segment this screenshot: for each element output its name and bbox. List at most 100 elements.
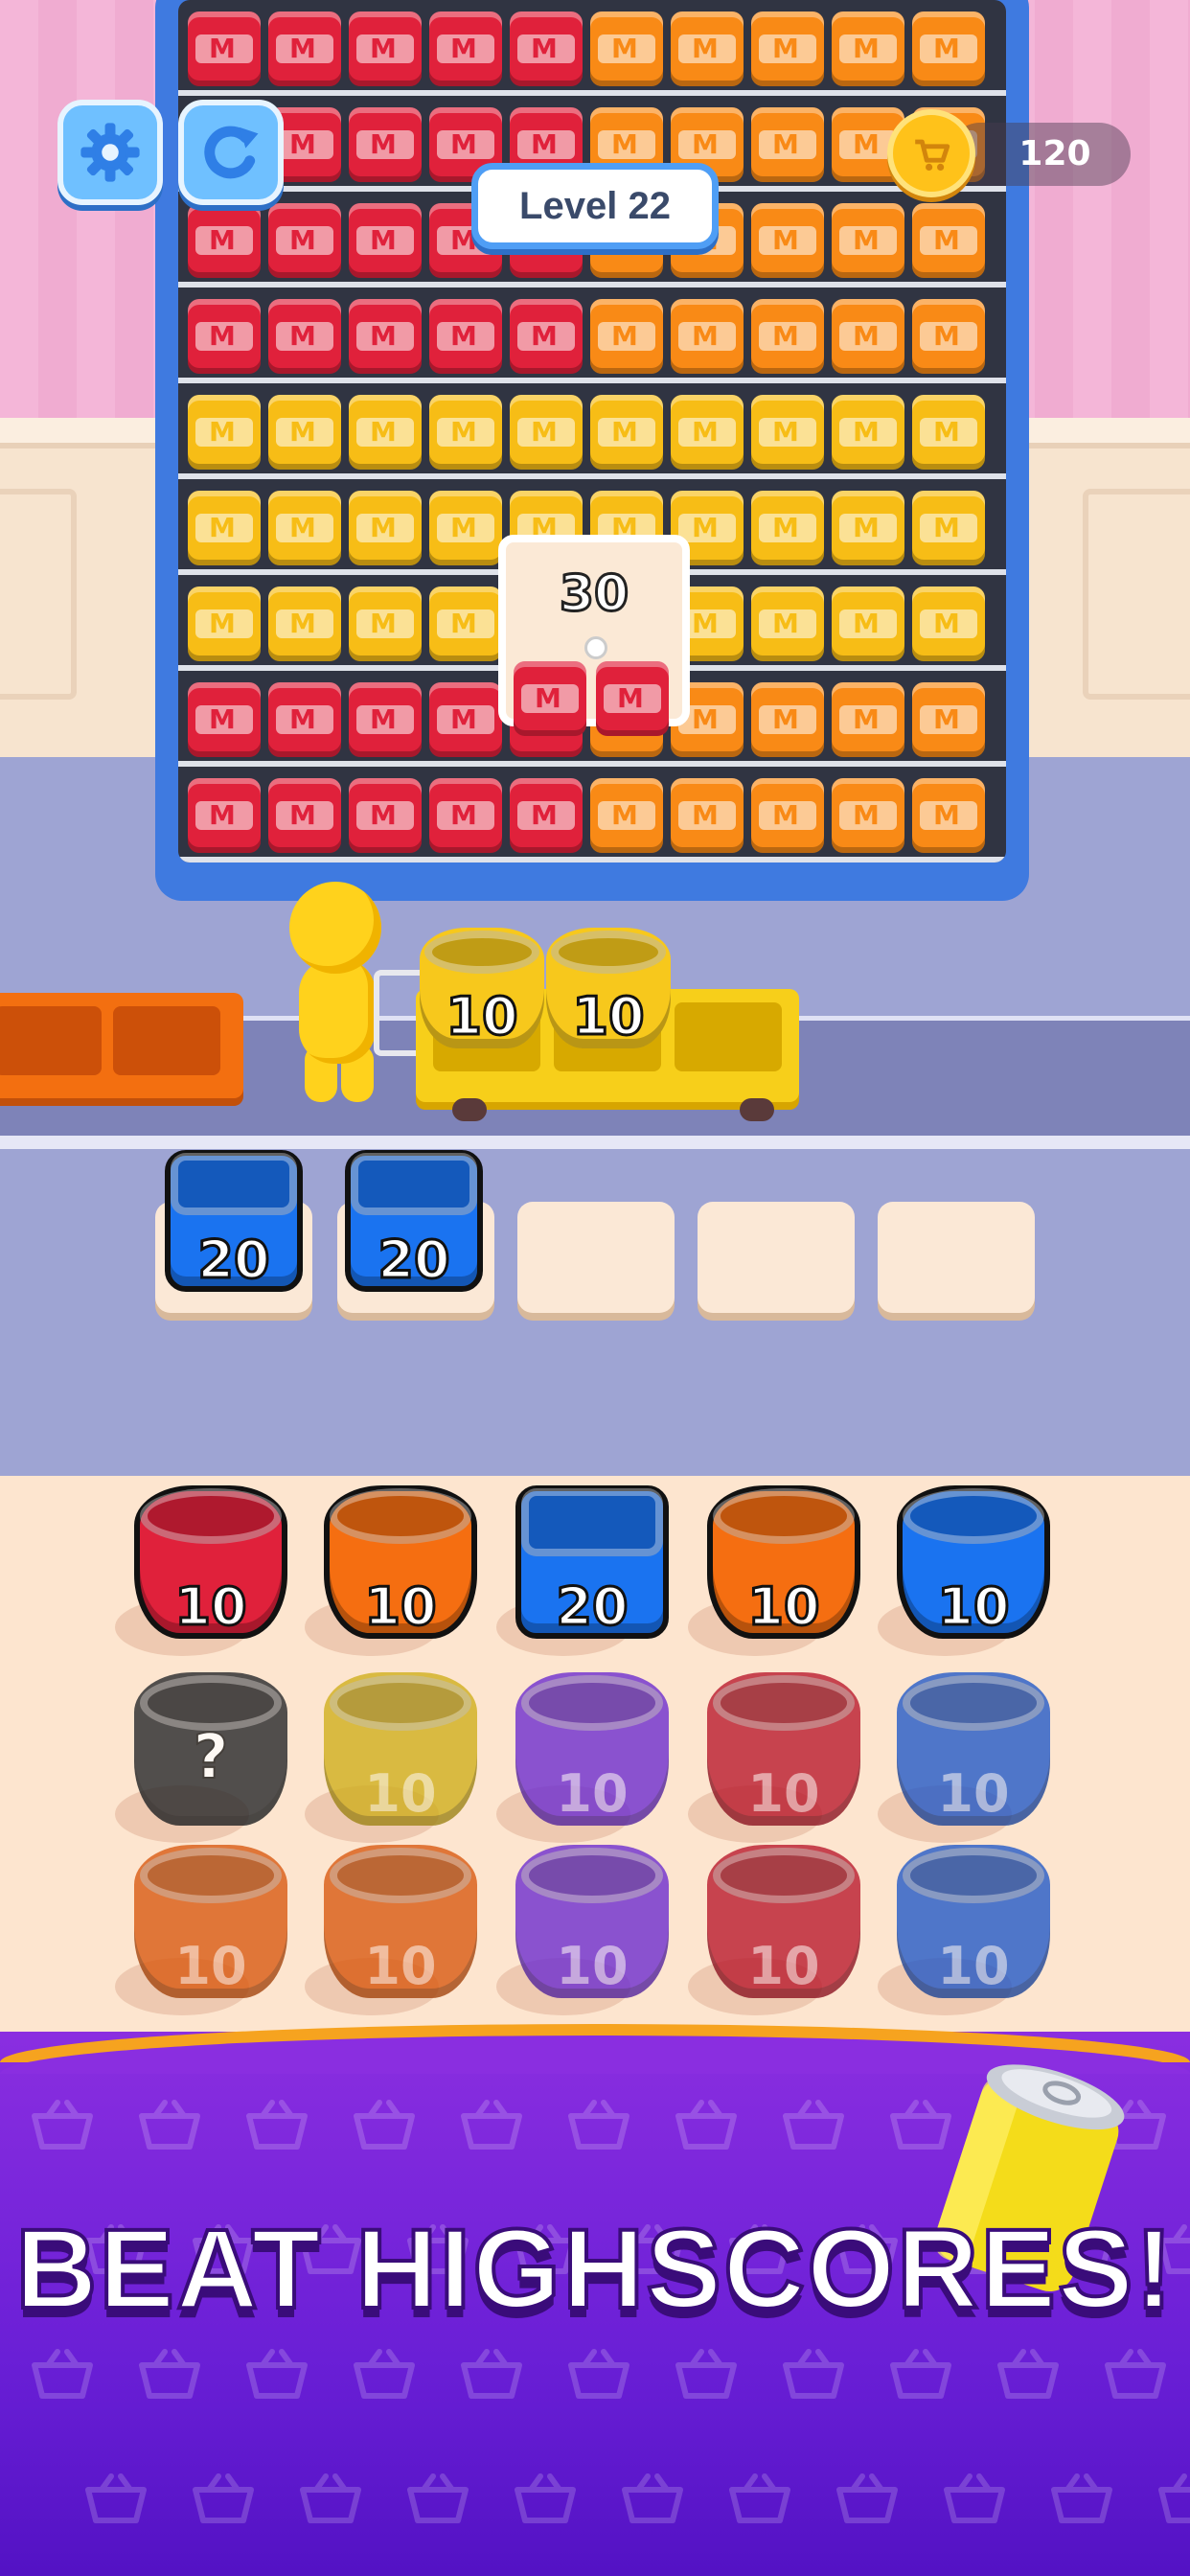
soda-can [429,395,502,470]
basket-pattern-icon [29,2348,96,2402]
shelf-row [178,383,1006,479]
soda-can [510,778,583,853]
soda-can [832,395,904,470]
soda-can [349,203,422,278]
soda-can [349,12,422,86]
soda-can [268,586,341,661]
soda-can [188,203,261,278]
character-body [299,958,376,1064]
settings-button[interactable] [57,100,163,205]
soda-can [268,682,341,757]
soda-can [268,491,341,565]
basket-rim [713,1488,855,1544]
soda-can [429,778,502,853]
soda-can [912,299,985,374]
basket-pattern-icon [351,2348,418,2402]
collection-basket: 10 [515,1845,669,1998]
character-head [289,882,381,974]
basket-rim [140,1848,282,1903]
wall-panel-right [1083,489,1190,700]
basket-count: 10 [363,1576,438,1639]
soda-can [751,491,824,565]
soda-can [671,778,744,853]
basket-pattern-icon [673,2099,740,2152]
soda-can [590,778,663,853]
soda-can [590,12,663,86]
basket-pattern-icon [673,2348,740,2402]
basket-count: 10 [937,1936,1010,1996]
wall-panel-left [0,489,77,700]
soda-can [832,12,904,86]
basket-pattern-icon [29,2099,96,2152]
basket-pattern-icon [726,2472,793,2526]
soda-can [188,491,261,565]
basket-pattern-icon [243,2348,310,2402]
basket-pattern-icon [995,2348,1062,2402]
soda-can [832,491,904,565]
order-can [596,661,669,736]
basket-pattern-icon [1048,2472,1115,2526]
collection-basket: 10 [324,1845,477,1998]
level-indicator: Level 22 [471,163,719,249]
collection-basket[interactable]: 10 [897,1485,1050,1639]
basket-count: 10 [571,985,646,1048]
soda-can [268,778,341,853]
soda-can [751,395,824,470]
soda-can [188,395,261,470]
basket-count: 10 [936,1576,1011,1639]
basket-pattern-icon [190,2472,257,2526]
soda-can [349,778,422,853]
soda-can [268,203,341,278]
soda-can [751,12,824,86]
soda-can [912,586,985,661]
collection-basket: 10 [897,1672,1050,1826]
cart-basket: 10 [420,928,544,1048]
soda-can [912,682,985,757]
soda-can [751,682,824,757]
soda-can [751,586,824,661]
question-mark-icon: ? [192,1721,229,1794]
basket-pattern-icon [565,2348,632,2402]
mystery-basket: ? [134,1672,287,1826]
basket-pattern-icon [404,2472,471,2526]
basket-pattern-icon [512,2472,579,2526]
collection-basket[interactable]: 10 [707,1485,860,1639]
basket-count: 20 [377,1229,451,1292]
collection-basket[interactable]: 20 [515,1485,669,1639]
soda-can [510,395,583,470]
soda-can [671,299,744,374]
soda-can [349,491,422,565]
shelf-row [178,0,1006,96]
soda-can [429,299,502,374]
banner-headline: BEAT HIGHSCORES! [13,2204,1175,2334]
queue-slot-empty [698,1202,855,1313]
soda-can [268,395,341,470]
basket-pattern-icon [458,2348,525,2402]
soda-can [751,203,824,278]
restart-button[interactable] [178,100,284,205]
soda-can [429,12,502,86]
collection-basket[interactable]: 10 [324,1485,477,1639]
collection-basket: 10 [707,1845,860,1998]
soda-can [832,586,904,661]
soda-can [912,491,985,565]
soda-can [912,203,985,278]
basket-rim [170,1152,298,1216]
basket-pattern-icon [1156,2472,1190,2526]
collection-basket[interactable]: 10 [134,1485,287,1639]
basket-count: 10 [173,1576,248,1639]
queue-basket[interactable]: 20 [165,1150,303,1292]
basket-count: 10 [556,1936,629,1996]
queue-basket[interactable]: 20 [345,1150,483,1292]
soda-can [349,682,422,757]
order-count: 30 [558,564,629,625]
shelf-board [178,857,1006,862]
basket-pattern-icon [941,2472,1008,2526]
soda-can [751,299,824,374]
shelf-grid [178,0,1006,862]
soda-can [671,395,744,470]
soda-can [912,778,985,853]
basket-count: 10 [364,1763,437,1824]
soda-can [510,12,583,86]
basket-count: 20 [196,1229,271,1292]
